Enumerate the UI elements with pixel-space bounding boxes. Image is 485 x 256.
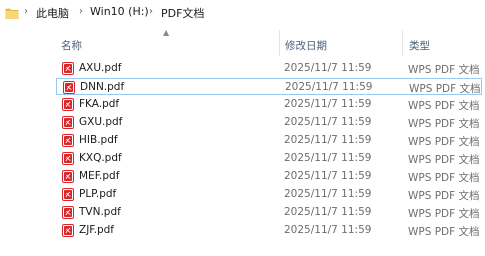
pdf-file-icon xyxy=(62,188,74,201)
pdf-file-icon xyxy=(62,116,74,129)
file-row[interactable]: DNN.pdf 2025/11/7 11:59 WPS PDF 文档 xyxy=(56,78,482,95)
file-type: WPS PDF 文档 xyxy=(409,83,481,95)
file-modified-date: 2025/11/7 11:59 xyxy=(284,188,372,200)
file-type: WPS PDF 文档 xyxy=(408,136,480,148)
file-type: WPS PDF 文档 xyxy=(408,190,480,202)
column-header-row: ▲ 名称 修改日期 类型 xyxy=(0,28,485,56)
file-name[interactable]: KXQ.pdf xyxy=(79,152,122,164)
folder-icon xyxy=(5,8,19,19)
pdf-file-icon xyxy=(62,170,74,183)
file-row[interactable]: ZJF.pdf 2025/11/7 11:59 WPS PDF 文档 xyxy=(56,222,482,239)
file-type: WPS PDF 文档 xyxy=(408,118,480,130)
file-type: WPS PDF 文档 xyxy=(408,64,480,76)
file-name[interactable]: DNN.pdf xyxy=(80,81,124,93)
pdf-file-icon xyxy=(62,98,74,111)
breadcrumb-separator-icon[interactable]: › xyxy=(79,6,83,17)
file-row[interactable]: FKA.pdf 2025/11/7 11:59 WPS PDF 文档 xyxy=(56,96,482,113)
breadcrumb-separator-icon[interactable]: › xyxy=(24,6,28,17)
sort-ascending-icon: ▲ xyxy=(163,28,170,37)
file-name[interactable]: ZJF.pdf xyxy=(79,224,114,236)
breadcrumb-item-drive[interactable]: Win10 (H:) xyxy=(90,5,149,18)
file-modified-date: 2025/11/7 11:59 xyxy=(285,81,373,93)
file-row[interactable]: PLP.pdf 2025/11/7 11:59 WPS PDF 文档 xyxy=(56,186,482,203)
file-row[interactable]: MEF.pdf 2025/11/7 11:59 WPS PDF 文档 xyxy=(56,168,482,185)
file-name[interactable]: HIB.pdf xyxy=(79,134,118,146)
file-type: WPS PDF 文档 xyxy=(408,226,480,238)
address-bar[interactable]: › 此电脑 › Win10 (H:) › PDF文档 xyxy=(0,0,485,28)
file-type: WPS PDF 文档 xyxy=(408,172,480,184)
file-type: WPS PDF 文档 xyxy=(408,100,480,112)
pdf-file-icon xyxy=(62,152,74,165)
file-name[interactable]: AXU.pdf xyxy=(79,62,121,74)
pdf-file-icon xyxy=(62,62,74,75)
breadcrumb-separator-icon[interactable]: › xyxy=(149,6,153,17)
file-name[interactable]: FKA.pdf xyxy=(79,98,119,110)
file-name[interactable]: TVN.pdf xyxy=(79,206,121,218)
file-row[interactable]: HIB.pdf 2025/11/7 11:59 WPS PDF 文档 xyxy=(56,132,482,149)
column-header-name[interactable]: 名称 xyxy=(61,38,82,53)
file-name[interactable]: MEF.pdf xyxy=(79,170,119,182)
pdf-file-icon xyxy=(62,206,74,219)
pdf-file-icon xyxy=(62,134,74,147)
file-modified-date: 2025/11/7 11:59 xyxy=(284,206,372,218)
file-row[interactable]: TVN.pdf 2025/11/7 11:59 WPS PDF 文档 xyxy=(56,204,482,221)
file-name[interactable]: GXU.pdf xyxy=(79,116,122,128)
breadcrumb-item-this-pc[interactable]: 此电脑 xyxy=(36,5,69,21)
file-name[interactable]: PLP.pdf xyxy=(79,188,116,200)
file-modified-date: 2025/11/7 11:59 xyxy=(284,98,372,110)
file-modified-date: 2025/11/7 11:59 xyxy=(284,224,372,236)
file-row[interactable]: GXU.pdf 2025/11/7 11:59 WPS PDF 文档 xyxy=(56,114,482,131)
breadcrumb-item-folder[interactable]: PDF文档 xyxy=(161,5,204,21)
column-divider[interactable] xyxy=(279,30,280,56)
file-modified-date: 2025/11/7 11:59 xyxy=(284,170,372,182)
file-type: WPS PDF 文档 xyxy=(408,154,480,166)
column-divider[interactable] xyxy=(402,30,403,56)
file-modified-date: 2025/11/7 11:59 xyxy=(284,152,372,164)
file-modified-date: 2025/11/7 11:59 xyxy=(284,62,372,74)
file-type: WPS PDF 文档 xyxy=(408,208,480,220)
pdf-file-icon xyxy=(63,81,75,94)
file-row[interactable]: KXQ.pdf 2025/11/7 11:59 WPS PDF 文档 xyxy=(56,150,482,167)
file-row[interactable]: AXU.pdf 2025/11/7 11:59 WPS PDF 文档 xyxy=(56,60,482,77)
file-modified-date: 2025/11/7 11:59 xyxy=(284,116,372,128)
file-modified-date: 2025/11/7 11:59 xyxy=(284,134,372,146)
column-header-type[interactable]: 类型 xyxy=(409,38,430,53)
pdf-file-icon xyxy=(62,224,74,237)
column-header-date[interactable]: 修改日期 xyxy=(285,38,327,53)
